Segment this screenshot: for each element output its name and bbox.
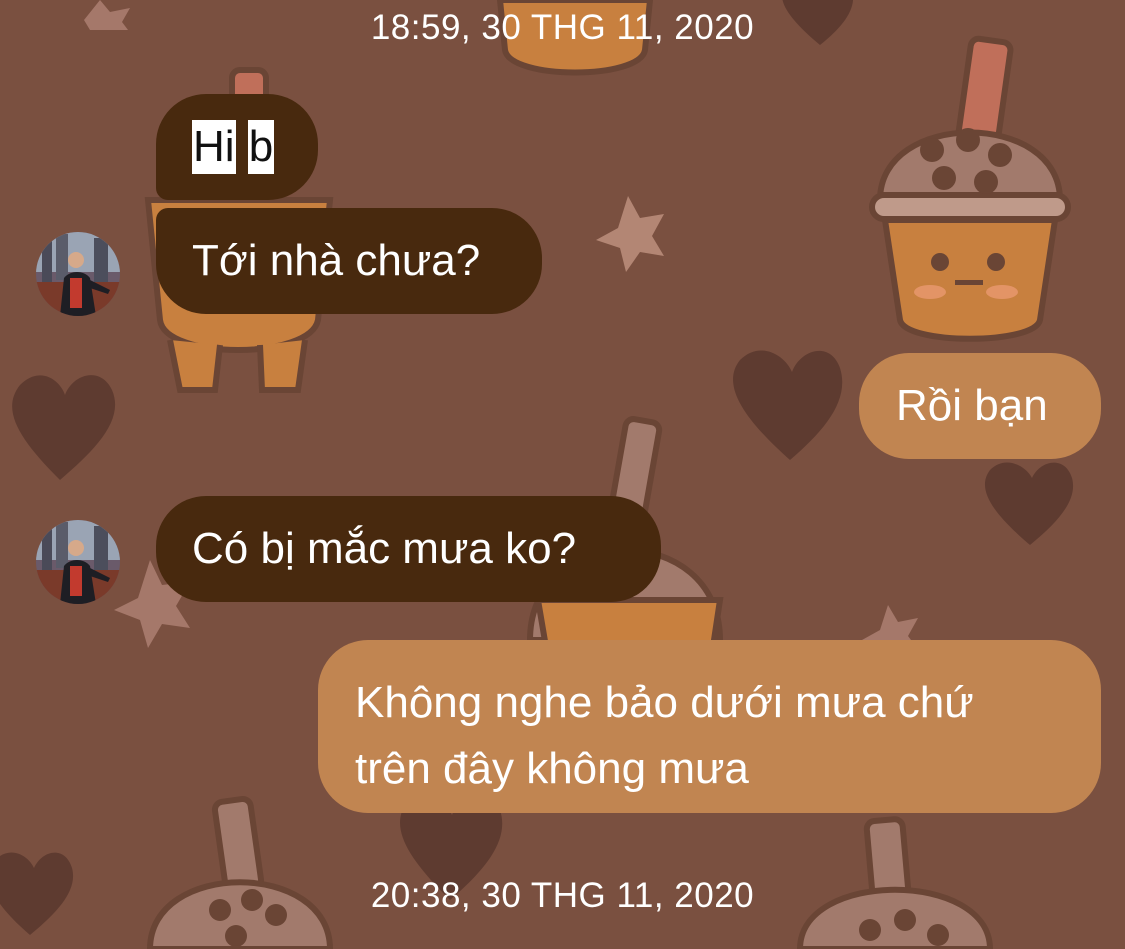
highlighted-word: b [247, 120, 275, 174]
message-text: Rồi bạn [896, 381, 1048, 430]
message-text-line: trên đây không mưa [355, 744, 749, 793]
incoming-message-bubble[interactable]: Tới nhà chưa? [156, 208, 542, 314]
highlighted-word: Hi [192, 120, 236, 174]
incoming-message-bubble[interactable]: Có bị mắc mưa ko? [156, 496, 661, 602]
contact-avatar[interactable] [36, 520, 120, 604]
outgoing-message-bubble[interactable]: Không nghe bảo dưới mưa chứ trên đây khô… [318, 640, 1101, 813]
timestamp: 18:59, 30 THG 11, 2020 [370, 8, 755, 47]
message-text: Tới nhà chưa? [192, 236, 481, 285]
incoming-message-bubble[interactable]: Hi b [156, 94, 318, 200]
message-text-line: Không nghe bảo dưới mưa chứ [355, 678, 974, 727]
outgoing-message-bubble[interactable]: Rồi bạn [859, 353, 1101, 459]
message-text: Có bị mắc mưa ko? [192, 524, 577, 573]
timestamp: 20:38, 30 THG 11, 2020 [370, 876, 755, 915]
contact-avatar[interactable] [36, 232, 120, 316]
